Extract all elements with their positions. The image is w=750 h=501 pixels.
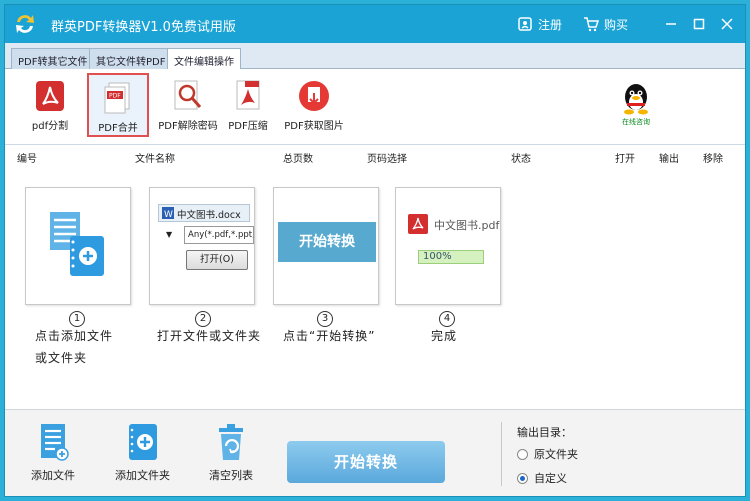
radio-original-folder[interactable] [517, 448, 528, 460]
app-window: 群英PDF转换器V1.0免费试用版 注册 购买 PDF转其它文件 其它文件转PD… [4, 4, 746, 497]
file-list-area[interactable]: 1 点击添加文件 或文件夹 W 中文图书.docx ▼ Any(*.pdf,*.… [5, 167, 745, 407]
step4-card: 中文图书.pdf 100% [395, 187, 501, 305]
pdf-compress-button[interactable]: PDF压缩 [217, 73, 279, 137]
maximize-icon [693, 18, 705, 30]
step1-text-line2: 或文件夹 [35, 351, 88, 365]
clear-list-button[interactable]: 清空列表 [209, 422, 253, 483]
col-open: 打开 [615, 154, 635, 165]
buy-button[interactable]: 购买 [583, 15, 628, 33]
title-bar: 群英PDF转换器V1.0免费试用版 注册 购买 [5, 5, 745, 43]
step2-card: W 中文图书.docx ▼ Any(*.pdf,*.ppt,* 打开(O) [149, 187, 255, 305]
radio-custom[interactable] [517, 472, 528, 484]
col-number: 编号 [17, 154, 37, 165]
step4-file-name: 中文图书.pdf [434, 219, 500, 232]
add-file-label: 添加文件 [31, 469, 75, 482]
online-consult-button[interactable]: 在线咨询 [619, 83, 653, 126]
pdf-file-icon [408, 214, 428, 234]
col-remove: 移除 [703, 154, 723, 165]
clear-list-label: 清空列表 [209, 469, 253, 482]
add-folder-label: 添加文件夹 [115, 469, 170, 482]
maximize-button[interactable] [689, 14, 709, 34]
pdf-merge-button[interactable]: PDF PDF合并 [87, 73, 149, 137]
divider [501, 422, 502, 486]
step4-file-item: 中文图书.pdf [404, 212, 500, 236]
step3-text: 点击“开始转换” [283, 329, 376, 343]
add-folder-button[interactable]: 添加文件夹 [115, 422, 170, 483]
pdf-split-label: pdf分割 [31, 121, 69, 132]
pdf-merge-icon: PDF [104, 82, 130, 114]
col-file-name: 文件名称 [135, 154, 175, 165]
pdf-extract-image-label: PDF获取图片 [284, 121, 344, 132]
step1-text: 点击添加文件 或文件夹 [35, 325, 113, 369]
pdf-merge-label: PDF合并 [98, 123, 138, 134]
register-button[interactable]: 注册 [517, 15, 562, 33]
bottom-bar: 添加文件 添加文件夹 清空列表 开始转换 输出目录： 原文件夹 自定义 [5, 409, 745, 496]
trash-icon [219, 424, 243, 460]
col-status: 状态 [511, 154, 531, 165]
step2-text: 打开文件或文件夹 [157, 329, 262, 343]
pdf-extract-image-button[interactable]: PDF获取图片 [281, 73, 347, 137]
pdf-unlock-label: PDF解除密码 [158, 121, 218, 132]
toolbar: pdf分割 PDF PDF合并 PDF解除密码 PDF压缩 PDF获取图片 在线… [5, 69, 745, 145]
original-folder-label: 原文件夹 [534, 448, 578, 461]
qq-penguin-icon [624, 84, 648, 115]
add-files-icon [50, 212, 104, 276]
add-folder-icon [128, 424, 157, 460]
step4-progress: 100% [418, 250, 484, 264]
close-icon [721, 18, 733, 30]
app-title: 群英PDF转换器V1.0免费试用版 [51, 20, 236, 35]
step2-file-filter: Any(*.pdf,*.ppt,* [184, 226, 254, 244]
file-list-header: 编号 文件名称 总页数 页码选择 状态 打开 输出 移除 [5, 147, 745, 165]
tab-file-edit[interactable]: 文件编辑操作 [167, 48, 241, 70]
add-file-icon [41, 424, 69, 461]
custom-label: 自定义 [534, 472, 567, 485]
close-button[interactable] [717, 14, 737, 34]
output-original-folder-option[interactable]: 原文件夹 [517, 446, 578, 462]
output-custom-option[interactable]: 自定义 [517, 470, 567, 486]
col-page-select: 页码选择 [367, 154, 407, 165]
col-output: 输出 [659, 154, 679, 165]
svg-text:PDF: PDF [109, 93, 121, 100]
step3-start-preview: 开始转换 [278, 222, 376, 262]
output-dir-label: 输出目录： [517, 426, 572, 439]
step2-file-name: 中文图书.docx [177, 210, 241, 221]
pdf-unlock-icon [174, 80, 202, 110]
col-total-pages: 总页数 [283, 154, 313, 165]
buy-label: 购买 [604, 17, 629, 32]
step4-text: 完成 [431, 329, 458, 343]
minimize-button[interactable] [661, 14, 681, 34]
add-file-button[interactable]: 添加文件 [31, 422, 75, 483]
app-logo-icon [16, 15, 34, 33]
pdf-split-button[interactable]: pdf分割 [19, 73, 81, 137]
cart-icon [584, 17, 599, 32]
pdf-unlock-button[interactable]: PDF解除密码 [157, 73, 219, 137]
step1-text-line1: 点击添加文件 [35, 329, 114, 343]
dropdown-arrow-icon: ▼ [166, 230, 173, 239]
tab-bar: PDF转其它文件 其它文件转PDF 文件编辑操作 [5, 43, 745, 70]
pdf-compress-label: PDF压缩 [228, 121, 268, 132]
pdf-compress-icon [236, 80, 260, 110]
register-icon [518, 17, 532, 31]
tab-pdf-to-other[interactable]: PDF转其它文件 [11, 48, 95, 69]
step2-open-button: 打开(O) [186, 250, 248, 270]
online-consult-label: 在线咨询 [622, 118, 650, 126]
minimize-icon [666, 23, 676, 25]
pdf-extract-image-icon [299, 81, 329, 111]
step3-card: 开始转换 [273, 187, 379, 305]
step2-file-item: W 中文图书.docx [158, 204, 250, 222]
step1-card [25, 187, 131, 305]
start-convert-button[interactable]: 开始转换 [287, 441, 445, 483]
register-label: 注册 [538, 17, 563, 32]
tab-other-to-pdf[interactable]: 其它文件转PDF [89, 48, 173, 69]
svg-text:W: W [164, 210, 173, 219]
pdf-split-icon [36, 81, 64, 111]
word-doc-icon: W [162, 207, 174, 219]
